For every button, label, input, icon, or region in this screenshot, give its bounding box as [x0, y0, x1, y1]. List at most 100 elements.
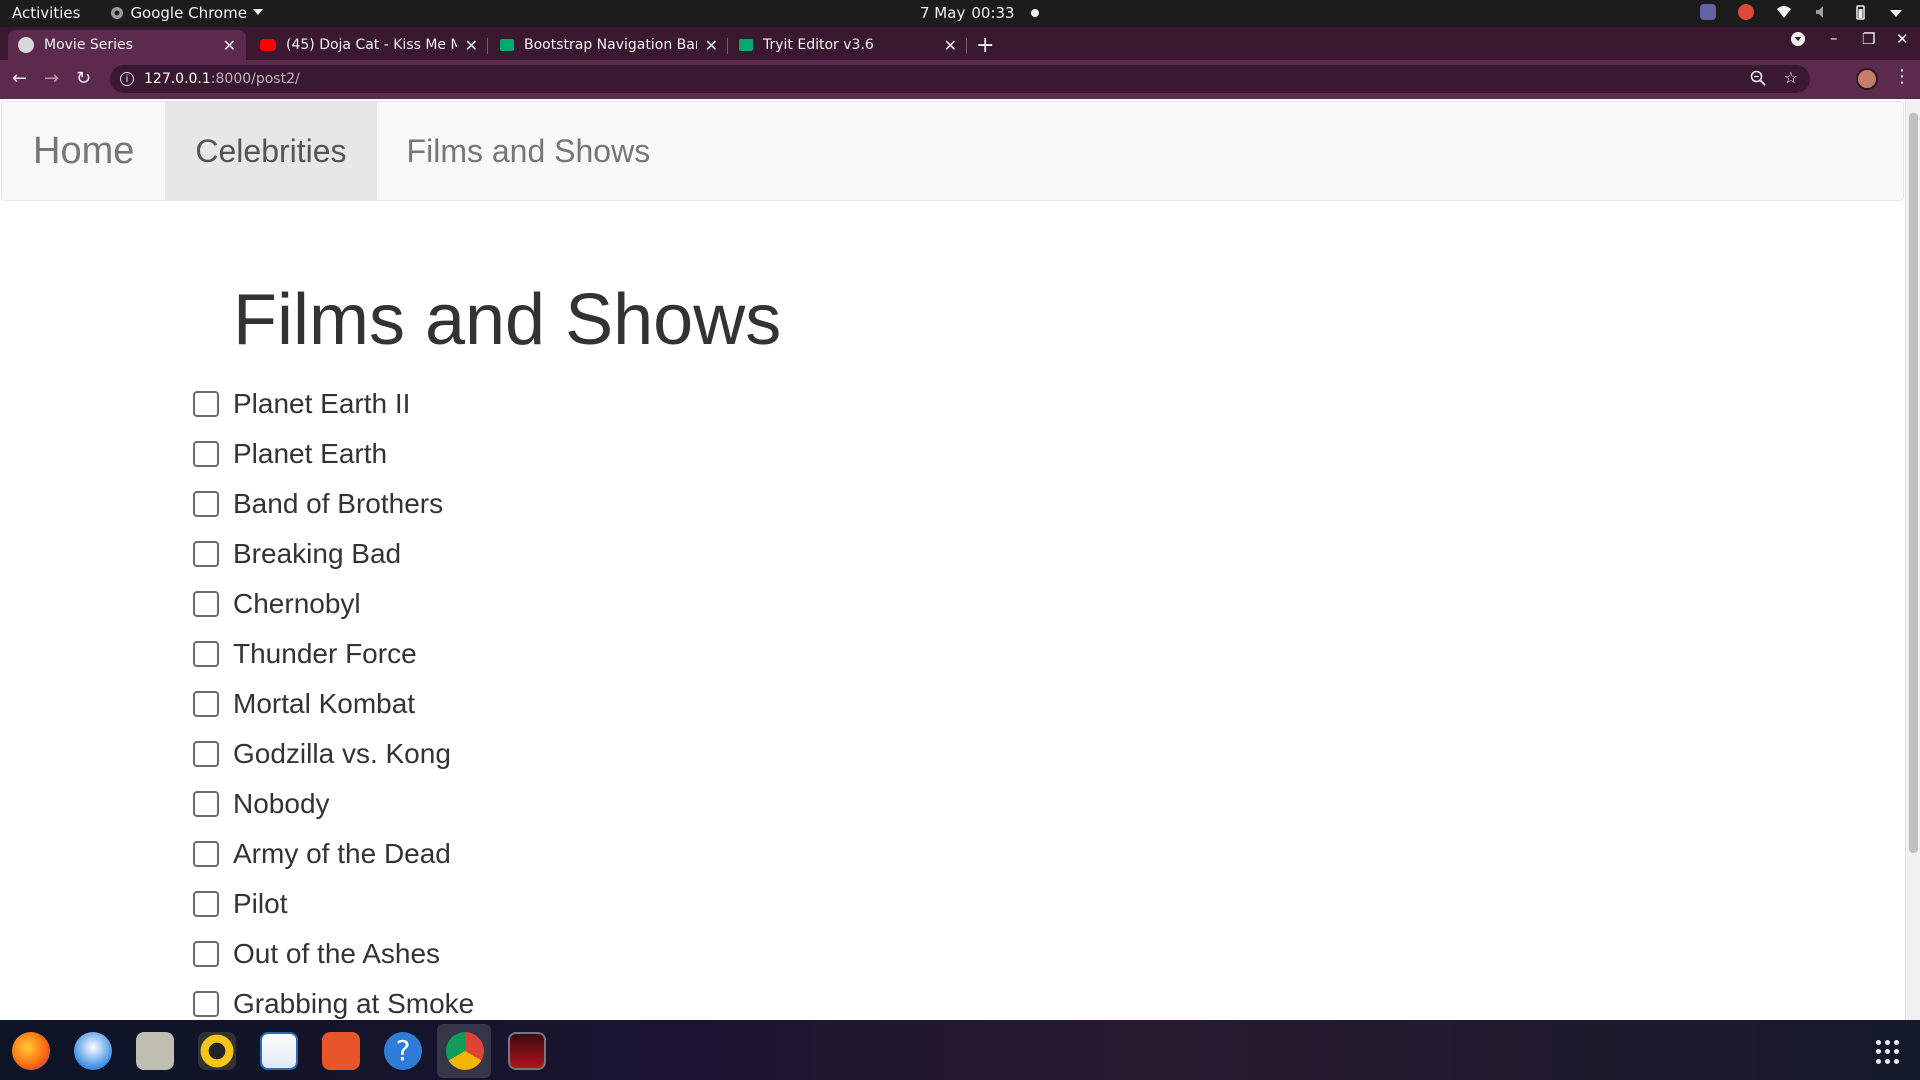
system-tray[interactable] — [1700, 4, 1906, 20]
show-checkbox[interactable] — [193, 941, 219, 967]
scrollbar-thumb[interactable] — [1909, 113, 1918, 853]
new-tab-button[interactable]: + — [976, 33, 994, 58]
app-menu-label: Google Chrome — [130, 4, 247, 22]
list-item: Out of the Ashes — [193, 929, 474, 979]
show-checkbox[interactable] — [193, 891, 219, 917]
show-checkbox[interactable] — [193, 491, 219, 517]
activities-button[interactable]: Activities — [12, 4, 80, 22]
chevron-down-icon — [252, 9, 263, 15]
show-checkbox[interactable] — [193, 591, 219, 617]
zoom-icon[interactable] — [1750, 70, 1766, 90]
w3schools-icon — [739, 39, 753, 51]
app-menu[interactable]: Google Chrome — [110, 4, 263, 22]
show-checkbox[interactable] — [193, 441, 219, 467]
teams-icon[interactable] — [1700, 4, 1716, 20]
list-item: Breaking Bad — [193, 529, 474, 579]
show-checkbox[interactable] — [193, 791, 219, 817]
list-item: Planet Earth II — [193, 379, 474, 429]
list-item: Godzilla vs. Kong — [193, 729, 474, 779]
list-item: Grabbing at Smoke — [193, 979, 474, 1020]
close-icon[interactable]: ✕ — [705, 36, 718, 55]
show-label: Planet Earth — [233, 438, 388, 469]
menu-dots-icon[interactable]: ⋮ — [1893, 66, 1911, 87]
show-applications-icon[interactable] — [1876, 1040, 1900, 1064]
tab-strip: Movie Series ✕ (45) Doja Cat - Kiss Me M… — [0, 27, 1920, 60]
date-label: 7 May — [920, 4, 966, 22]
list-item: Nobody — [193, 779, 474, 829]
list-item: Band of Brothers — [193, 479, 474, 529]
list-item: Mortal Kombat — [193, 679, 474, 729]
profile-avatar[interactable] — [1856, 68, 1878, 90]
tab-label: Bootstrap Navigation Bar — [524, 37, 697, 53]
window-close-icon[interactable]: ✕ — [1896, 30, 1909, 48]
url-path: :8000/post2/ — [210, 71, 300, 87]
show-checkbox[interactable] — [193, 691, 219, 717]
show-label: Grabbing at Smoke — [233, 988, 475, 1019]
page-viewport: Home Celebrities Films and Shows Films a… — [0, 99, 1920, 1020]
list-item: Chernobyl — [193, 579, 474, 629]
tab-search-icon[interactable] — [1790, 31, 1806, 51]
writer-icon[interactable] — [260, 1032, 298, 1070]
site-info-icon[interactable]: i — [120, 72, 134, 86]
thunderbird-icon[interactable] — [74, 1032, 112, 1070]
page-title: Films and Shows — [233, 280, 782, 360]
list-item: Pilot — [193, 879, 474, 929]
clock[interactable]: 7 May 00:33 — [920, 4, 1039, 22]
help-icon[interactable]: ? — [384, 1032, 422, 1070]
navbar-brand-home[interactable]: Home — [2, 102, 165, 200]
reload-icon[interactable]: ↻ — [76, 68, 91, 89]
show-checkbox[interactable] — [193, 641, 219, 667]
notification-dot — [1030, 9, 1039, 17]
wifi-icon[interactable] — [1776, 4, 1792, 20]
rhythmbox-icon[interactable] — [198, 1032, 236, 1070]
show-checkbox[interactable] — [193, 741, 219, 767]
record-icon[interactable] — [1738, 4, 1754, 20]
address-bar[interactable]: i 127.0.0.1 :8000/post2/ ☆ — [110, 65, 1810, 93]
url-host: 127.0.0.1 — [144, 71, 211, 87]
minimize-icon[interactable]: – — [1830, 29, 1838, 47]
show-label: Chernobyl — [233, 588, 361, 619]
list-item: Army of the Dead — [193, 829, 474, 879]
restore-icon[interactable]: ❐ — [1862, 30, 1875, 48]
close-icon[interactable]: ✕ — [465, 36, 478, 55]
close-icon[interactable]: ✕ — [223, 36, 236, 55]
show-label: Band of Brothers — [233, 488, 444, 519]
show-checkbox[interactable] — [193, 541, 219, 567]
software-center-icon[interactable] — [322, 1032, 360, 1070]
back-arrow-icon[interactable]: ← — [12, 68, 27, 89]
show-label: Planet Earth II — [233, 388, 411, 419]
show-label: Nobody — [233, 788, 330, 819]
youtube-icon — [260, 39, 276, 51]
chrome-icon[interactable] — [446, 1032, 484, 1070]
nav-item-films-and-shows[interactable]: Films and Shows — [377, 102, 681, 200]
tab-youtube[interactable]: (45) Doja Cat - Kiss Me Mo ✕ — [250, 30, 488, 60]
time-label: 00:33 — [971, 4, 1015, 22]
show-label: Thunder Force — [233, 638, 417, 669]
close-icon[interactable]: ✕ — [944, 36, 957, 55]
tab-movie-series[interactable]: Movie Series ✕ — [8, 30, 246, 60]
battery-icon[interactable] — [1852, 4, 1868, 20]
tab-label: (45) Doja Cat - Kiss Me Mo — [286, 37, 457, 53]
tab-bootstrap-navbar[interactable]: Bootstrap Navigation Bar ✕ — [490, 30, 728, 60]
list-item: Planet Earth — [193, 429, 474, 479]
list-item: Thunder Force — [193, 629, 474, 679]
files-icon[interactable] — [136, 1032, 174, 1070]
system-top-bar: Activities Google Chrome 7 May 00:33 — [0, 0, 1920, 27]
forward-arrow-icon[interactable]: → — [44, 68, 59, 89]
page-scrollbar[interactable] — [1905, 99, 1920, 1020]
tab-tryit-editor[interactable]: Tryit Editor v3.6 ✕ — [729, 30, 967, 60]
firefox-icon[interactable] — [12, 1032, 50, 1070]
show-label: Mortal Kombat — [233, 688, 416, 719]
screenshot-app-icon[interactable] — [508, 1032, 546, 1070]
show-checkbox[interactable] — [193, 391, 219, 417]
show-checkbox[interactable] — [193, 841, 219, 867]
dock: ? — [0, 1020, 1920, 1080]
bookmark-star-icon[interactable]: ☆ — [1784, 68, 1798, 87]
w3schools-icon — [500, 39, 514, 51]
shows-checklist: Planet Earth II Planet Earth Band of Bro… — [193, 379, 474, 1020]
nav-item-celebrities[interactable]: Celebrities — [165, 102, 377, 200]
show-checkbox[interactable] — [193, 991, 219, 1017]
power-menu-chevron-icon[interactable] — [1890, 4, 1906, 20]
volume-icon[interactable] — [1814, 4, 1830, 20]
show-label: Breaking Bad — [233, 538, 402, 569]
